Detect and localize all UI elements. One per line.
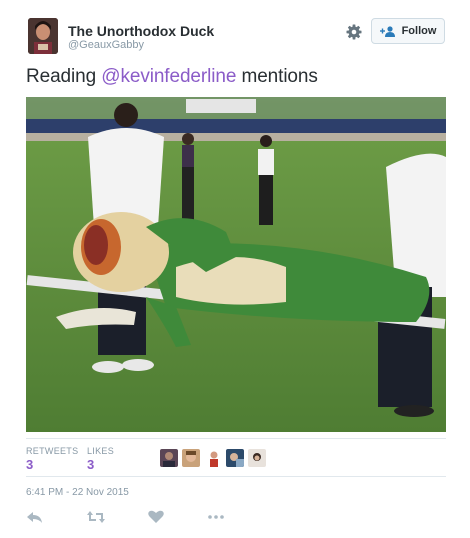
liker-avatar[interactable] [248,449,266,467]
divider [26,476,446,477]
divider [26,438,446,439]
retweets-count[interactable]: 3 [26,457,33,472]
heart-icon[interactable] [147,510,165,524]
add-user-icon [379,25,396,37]
tweet-text-before: Reading [26,66,102,87]
likes-count[interactable]: 3 [87,457,94,472]
gear-icon[interactable] [344,22,364,42]
retweets-label[interactable]: RETWEETS [26,446,78,456]
liker-avatar[interactable] [226,449,244,467]
more-icon[interactable] [207,510,225,524]
tweet-timestamp[interactable]: 6:41 PM - 22 Nov 2015 [26,487,129,498]
tweet-text: Reading @kevinfederline mentions [26,66,318,88]
avatar[interactable] [28,18,58,54]
retweet-icon[interactable] [87,510,105,524]
likes-label[interactable]: LIKES [87,446,114,456]
tweet-photo[interactable] [26,97,446,432]
tweet-text-after: mentions [236,66,318,87]
user-handle[interactable]: @GeauxGabby [68,39,144,51]
reply-icon[interactable] [26,510,44,524]
follow-label: Follow [401,25,437,37]
liker-avatar[interactable] [160,449,178,467]
liker-avatar[interactable] [205,449,223,467]
follow-button[interactable]: Follow [371,18,445,44]
mention-link[interactable]: @kevinfederline [101,66,236,87]
liker-avatar[interactable] [182,449,200,467]
user-display-name[interactable]: The Unorthodox Duck [68,23,214,39]
